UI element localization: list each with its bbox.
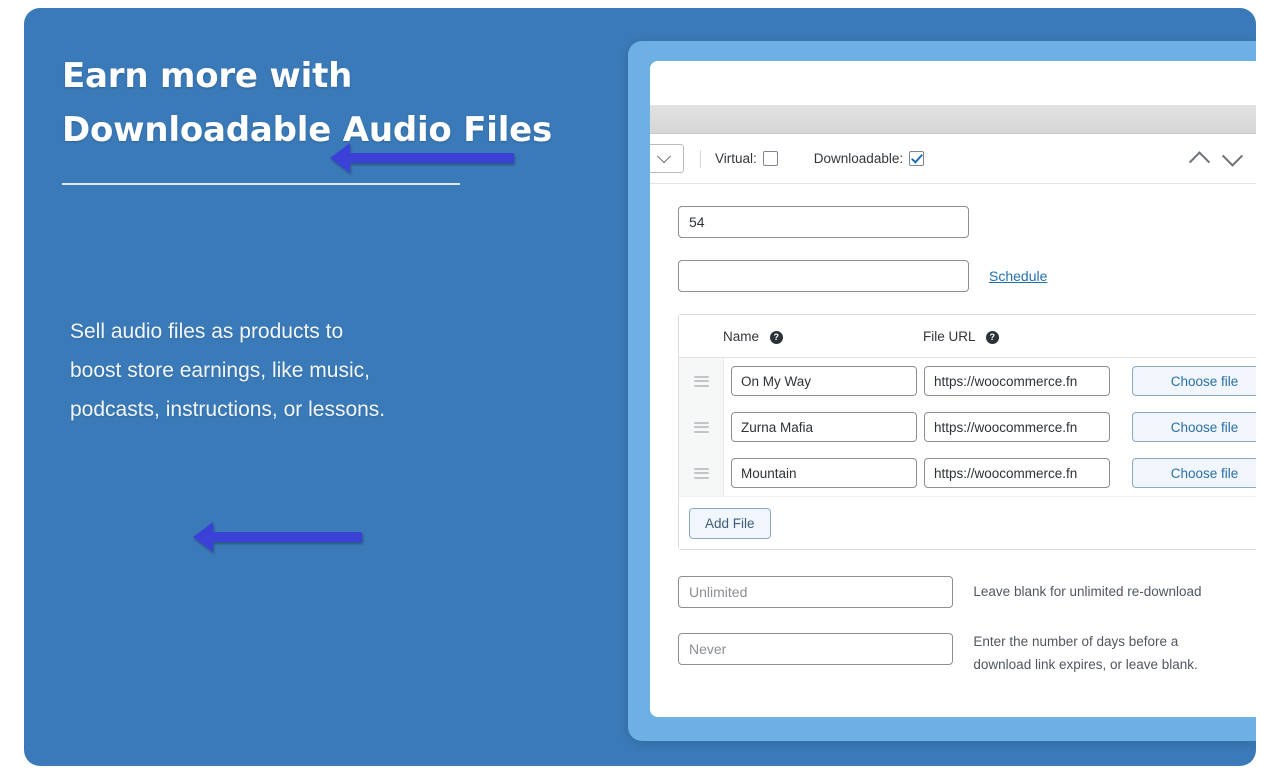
schedule-link[interactable]: Schedule	[989, 268, 1047, 284]
drag-handle-icon	[693, 375, 709, 387]
downloadable-checkbox[interactable]	[909, 151, 925, 166]
download-limit-help: Leave blank for unlimited re-download	[973, 581, 1256, 604]
browser-chrome-top	[650, 61, 1256, 105]
screenshot-stage: Earn more with Downloadable Audio Files …	[0, 0, 1272, 776]
downloadable-label: Downloadable:	[813, 151, 904, 166]
file-url-column-header: File URL ?	[923, 329, 1123, 344]
annotation-arrow-add-file	[212, 532, 362, 542]
drag-handle[interactable]	[679, 450, 724, 496]
help-icon[interactable]: ?	[769, 330, 783, 344]
promo-description-line-1: Sell audio files as products to	[70, 320, 344, 343]
promo-description-line-2: boost store earnings, like music,	[70, 359, 370, 383]
chevron-down-icon	[656, 148, 672, 163]
file-name-input[interactable]: Zurna Mafia	[731, 412, 917, 442]
file-name-cell: Mountain	[724, 458, 924, 488]
product-data-toolbar: Virtual: Downloadable:	[650, 134, 1256, 184]
download-limit-row: Unlimited Leave blank for unlimited re-d…	[650, 550, 1256, 608]
regular-price-input[interactable]: 54	[678, 206, 969, 238]
table-row: On My Way https://woocommerce.fn Choose …	[679, 358, 1256, 404]
promo-card: Earn more with Downloadable Audio Files …	[24, 8, 1256, 766]
file-name-input[interactable]: On My Way	[731, 366, 917, 396]
browser-window: Virtual: Downloadable: 54 Schedule Name …	[650, 61, 1256, 717]
promo-description-line-3: podcasts, instructions, or lessons.	[70, 398, 386, 422]
download-limit-help-line-1: Leave blank for unlimited re-download	[973, 583, 1202, 599]
virtual-checkbox[interactable]	[762, 151, 778, 166]
files-table-footer: Add File	[679, 496, 1256, 549]
drag-handle-icon	[693, 421, 709, 433]
choose-file-cell: Choose file	[1124, 458, 1256, 488]
title-divider	[62, 183, 460, 186]
drag-handle[interactable]	[679, 404, 724, 450]
file-url-cell: https://woocommerce.fn	[924, 412, 1124, 442]
name-column-header: Name ?	[723, 329, 923, 344]
promo-description: Sell audio files as products to boost st…	[70, 312, 490, 429]
file-name-cell: Zurna Mafia	[724, 412, 924, 442]
file-url-input[interactable]: https://woocommerce.fn	[924, 366, 1110, 396]
drag-handle[interactable]	[679, 358, 724, 404]
table-row: Zurna Mafia https://woocommerce.fn Choos…	[679, 404, 1256, 450]
files-table-header: Name ? File URL ?	[679, 315, 1256, 358]
page-title: Earn more with Downloadable Audio Files	[62, 50, 622, 157]
page-title-line-1: Earn more with	[62, 56, 353, 96]
file-name-input[interactable]: Mountain	[731, 458, 917, 488]
sale-price-row: Schedule	[650, 238, 1256, 292]
choose-file-button[interactable]: Choose file	[1132, 412, 1256, 442]
toolbar-divider	[700, 149, 701, 168]
table-row: Mountain https://woocommerce.fn Choose f…	[679, 450, 1256, 496]
download-expiry-help-line-1: Enter the number of days before a	[973, 634, 1179, 649]
file-url-column-label: File URL	[923, 328, 976, 344]
panel-order-controls	[1188, 145, 1244, 172]
sale-price-input[interactable]	[678, 260, 969, 292]
choose-file-button[interactable]: Choose file	[1132, 458, 1256, 488]
file-name-cell: On My Way	[724, 366, 924, 396]
choose-file-button[interactable]: Choose file	[1132, 366, 1256, 396]
file-url-input[interactable]: https://woocommerce.fn	[924, 458, 1110, 488]
add-file-button[interactable]: Add File	[689, 507, 771, 539]
browser-chrome-bar	[650, 105, 1256, 134]
choose-file-cell: Choose file	[1124, 366, 1256, 396]
file-url-cell: https://woocommerce.fn	[924, 366, 1124, 396]
help-icon[interactable]: ?	[985, 330, 999, 344]
download-expiry-help: Enter the number of days before a downlo…	[973, 631, 1256, 676]
downloadable-files-table: Name ? File URL ? On My Way https://wooc…	[678, 314, 1256, 550]
download-expiry-help-line-2: download link expires, or leave blank.	[973, 656, 1198, 672]
download-expiry-input[interactable]: Never	[678, 633, 954, 665]
file-url-input[interactable]: https://woocommerce.fn	[924, 412, 1110, 442]
annotation-arrow-downloadable	[349, 153, 514, 163]
choose-file-cell: Choose file	[1124, 412, 1256, 442]
product-data-panel: 54 Schedule Name ? File URL ? On My Way …	[650, 184, 1256, 717]
name-column-label: Name	[723, 328, 760, 344]
download-expiry-row: Never Enter the number of days before a …	[650, 608, 1256, 676]
file-url-cell: https://woocommerce.fn	[924, 458, 1124, 488]
screenshot-frame: Virtual: Downloadable: 54 Schedule Name …	[628, 41, 1256, 741]
drag-handle-icon	[693, 467, 709, 479]
download-limit-input[interactable]: Unlimited	[678, 576, 954, 608]
product-type-select[interactable]	[650, 144, 684, 173]
virtual-label: Virtual:	[715, 151, 757, 166]
chevron-down-icon[interactable]	[1221, 145, 1244, 167]
chevron-up-icon[interactable]	[1188, 150, 1211, 172]
regular-price-row: 54	[650, 184, 1256, 238]
